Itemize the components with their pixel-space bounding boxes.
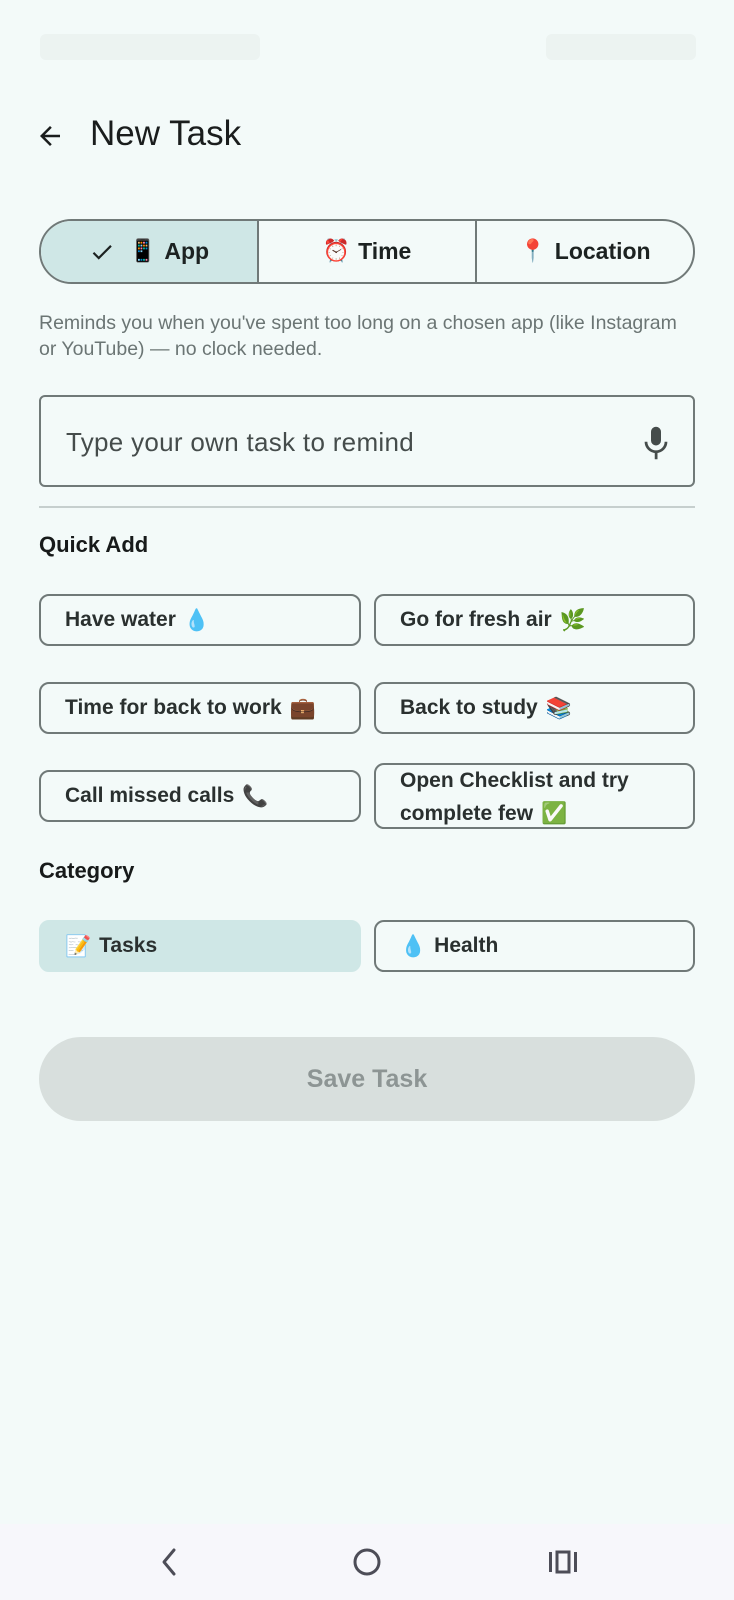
- app-bar: New Task: [0, 96, 734, 176]
- tab-location[interactable]: 📍 Location: [477, 221, 693, 282]
- location-pin-icon: 📍: [519, 239, 547, 264]
- alarm-clock-icon: ⏰: [322, 239, 351, 264]
- system-navigation-bar: [0, 1524, 734, 1600]
- check-icon: [92, 244, 112, 260]
- trigger-type-selector: 📱 App ⏰ Time 📍 Location: [39, 219, 695, 284]
- tab-time-label: Time: [358, 238, 412, 264]
- page-title: New Task: [90, 114, 242, 153]
- quick-add-chip-fresh-air[interactable]: Go for fresh air 🌿: [374, 594, 695, 646]
- save-task-button[interactable]: Save Task: [39, 1037, 695, 1121]
- mic-icon: [644, 426, 668, 460]
- task-input[interactable]: Type your own task to remind: [39, 395, 695, 487]
- chip-label: Open Checklist and try complete few: [400, 769, 629, 825]
- chip-label: Have water: [65, 608, 176, 631]
- quick-add-chip-checklist[interactable]: Open Checklist and try complete few ✅: [374, 763, 695, 829]
- category-chip-tasks[interactable]: 📝 Tasks: [39, 920, 361, 972]
- chip-label: Health: [434, 934, 499, 957]
- droplet-icon: 💧: [400, 933, 427, 958]
- category-chip-health[interactable]: 💧 Health: [374, 920, 695, 972]
- droplet-icon: 💧: [183, 607, 211, 632]
- tab-app[interactable]: 📱 App: [41, 221, 259, 282]
- nav-recents-button[interactable]: [543, 1542, 583, 1582]
- nav-recents-icon: [549, 1550, 577, 1574]
- helper-text: Reminds you when you've spent too long o…: [39, 312, 677, 360]
- tab-app-label: App: [164, 238, 210, 264]
- tab-location-label: Location: [554, 238, 651, 264]
- tab-time[interactable]: ⏰ Time: [259, 221, 477, 282]
- category-heading: Category: [39, 858, 135, 883]
- memo-icon: 📝: [65, 933, 92, 958]
- status-bar-left-icons: [40, 34, 260, 60]
- nav-back-icon: [162, 1548, 176, 1576]
- phone-icon: 📱: [128, 239, 157, 264]
- telephone-icon: 📞: [242, 783, 269, 808]
- chip-label: Time for back to work: [65, 696, 282, 719]
- status-bar-right-icons: [546, 34, 696, 60]
- herb-icon: 🌿: [559, 607, 586, 632]
- voice-input-button[interactable]: [641, 423, 671, 463]
- chip-label: Back to study: [400, 696, 538, 719]
- chip-label: Go for fresh air: [400, 608, 552, 631]
- chip-label: Tasks: [99, 934, 158, 957]
- nav-back-button[interactable]: [150, 1542, 190, 1582]
- chip-label: Call missed calls: [65, 784, 235, 807]
- back-button[interactable]: [24, 110, 76, 162]
- quick-add-chip-back-to-study[interactable]: Back to study 📚: [374, 682, 695, 734]
- check-mark-icon: ✅: [541, 801, 568, 825]
- quick-add-chip-have-water[interactable]: Have water 💧: [39, 594, 361, 646]
- task-input-placeholder: Type your own task to remind: [66, 427, 414, 457]
- briefcase-icon: 💼: [289, 695, 316, 720]
- status-bar: [0, 0, 734, 96]
- quick-add-heading: Quick Add: [39, 532, 149, 557]
- books-icon: 📚: [545, 695, 572, 720]
- nav-home-icon: [353, 1548, 381, 1576]
- back-arrow-icon: [40, 126, 60, 146]
- divider: [39, 506, 695, 508]
- quick-add-chip-back-to-work[interactable]: Time for back to work 💼: [39, 682, 361, 734]
- quick-add-chip-missed-calls[interactable]: Call missed calls 📞: [39, 770, 361, 822]
- nav-home-button[interactable]: [347, 1542, 387, 1582]
